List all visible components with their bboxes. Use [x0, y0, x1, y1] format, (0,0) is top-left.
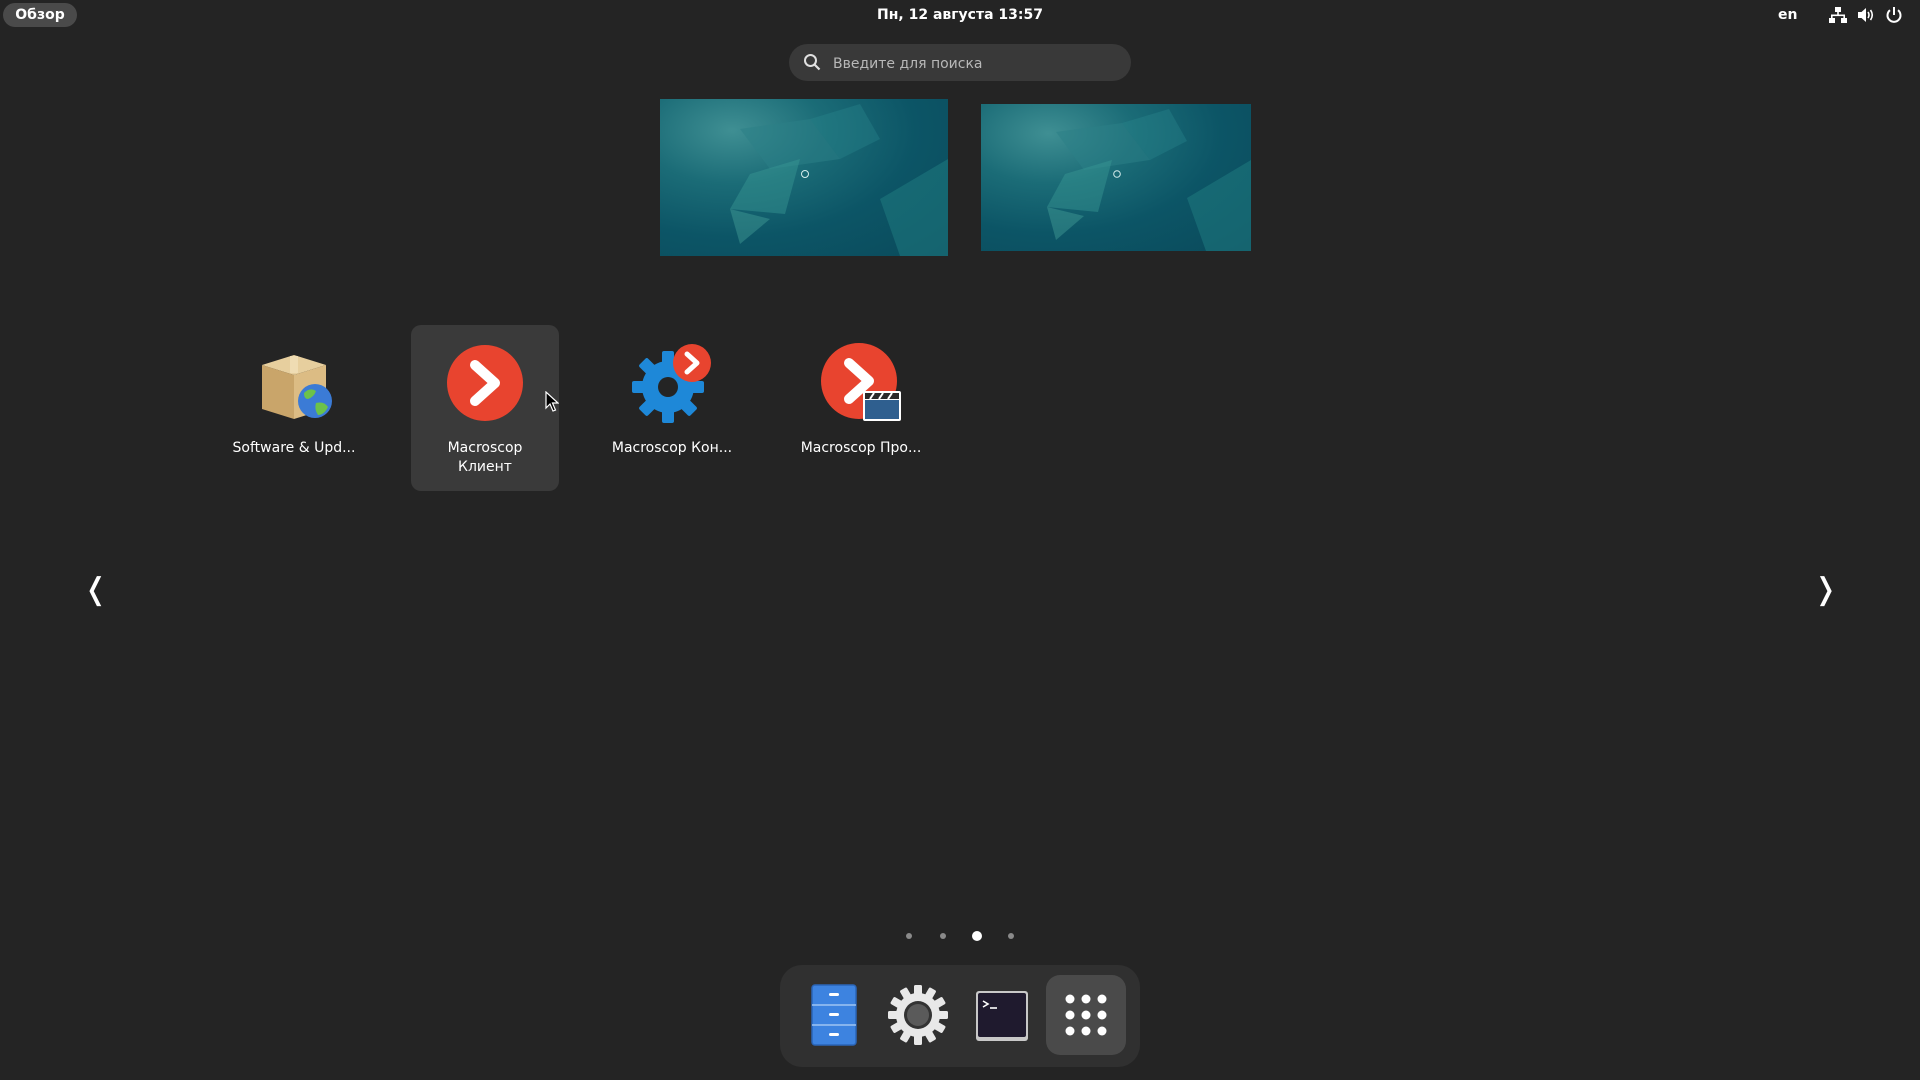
page-dot-3[interactable] [972, 931, 982, 941]
page-indicator [0, 929, 1920, 943]
page-dot-2[interactable] [940, 933, 946, 939]
macroscop-player-icon [821, 343, 901, 421]
page-dot-4[interactable] [1008, 933, 1014, 939]
language-indicator[interactable]: en [1778, 0, 1797, 30]
app-macroscop-client[interactable]: Macroscop Клиент [411, 325, 559, 491]
clock-area: Пн, 12 августа 13:57 [0, 0, 1920, 30]
activities-button[interactable]: Обзор [3, 3, 77, 27]
macroscop-config-icon [632, 344, 711, 423]
dash-files[interactable] [794, 975, 874, 1055]
dash-settings[interactable] [878, 975, 958, 1055]
app-macroscop-player[interactable]: Macroscop Про... [787, 325, 935, 491]
volume-icon[interactable] [1857, 6, 1875, 24]
wallpaper-image [1047, 109, 1251, 251]
workspace-thumbnail-2[interactable] [981, 104, 1251, 251]
workspace-thumbnail-1[interactable] [660, 99, 948, 256]
files-icon [811, 984, 857, 1046]
network-icon[interactable] [1829, 6, 1847, 24]
app-software-updates[interactable]: Software & Upd... [220, 325, 368, 491]
previous-page-button[interactable]: ❬ [83, 572, 108, 608]
app-label: Macroscop Про... [800, 440, 922, 456]
dash [780, 965, 1140, 1067]
search-box[interactable] [789, 44, 1131, 83]
settings-icon [888, 985, 948, 1045]
app-label: Macroscop Клиент [447, 440, 523, 475]
mouse-pointer-icon [545, 391, 559, 412]
next-page-button[interactable]: ❭ [1813, 572, 1838, 608]
wallpaper-image [730, 104, 948, 256]
app-label: Macroscop Кон... [611, 440, 733, 456]
page-dot-1[interactable] [906, 933, 912, 939]
power-icon[interactable] [1885, 6, 1903, 24]
app-macroscop-config[interactable]: Macroscop Кон... [598, 325, 746, 491]
show-apps-icon [1065, 994, 1107, 1036]
macroscop-client-icon [447, 345, 523, 421]
search-input[interactable] [831, 44, 1115, 83]
dash-show-apps[interactable] [1046, 975, 1126, 1055]
search-icon [804, 54, 821, 71]
top-bar: Обзор Пн, 12 августа 13:57 en [0, 0, 1920, 30]
app-label: Software & Upd... [232, 440, 356, 456]
software-updates-icon [262, 355, 332, 419]
clock[interactable]: Пн, 12 августа 13:57 [877, 7, 1043, 23]
terminal-icon [976, 991, 1028, 1041]
dash-terminal[interactable] [962, 975, 1042, 1055]
